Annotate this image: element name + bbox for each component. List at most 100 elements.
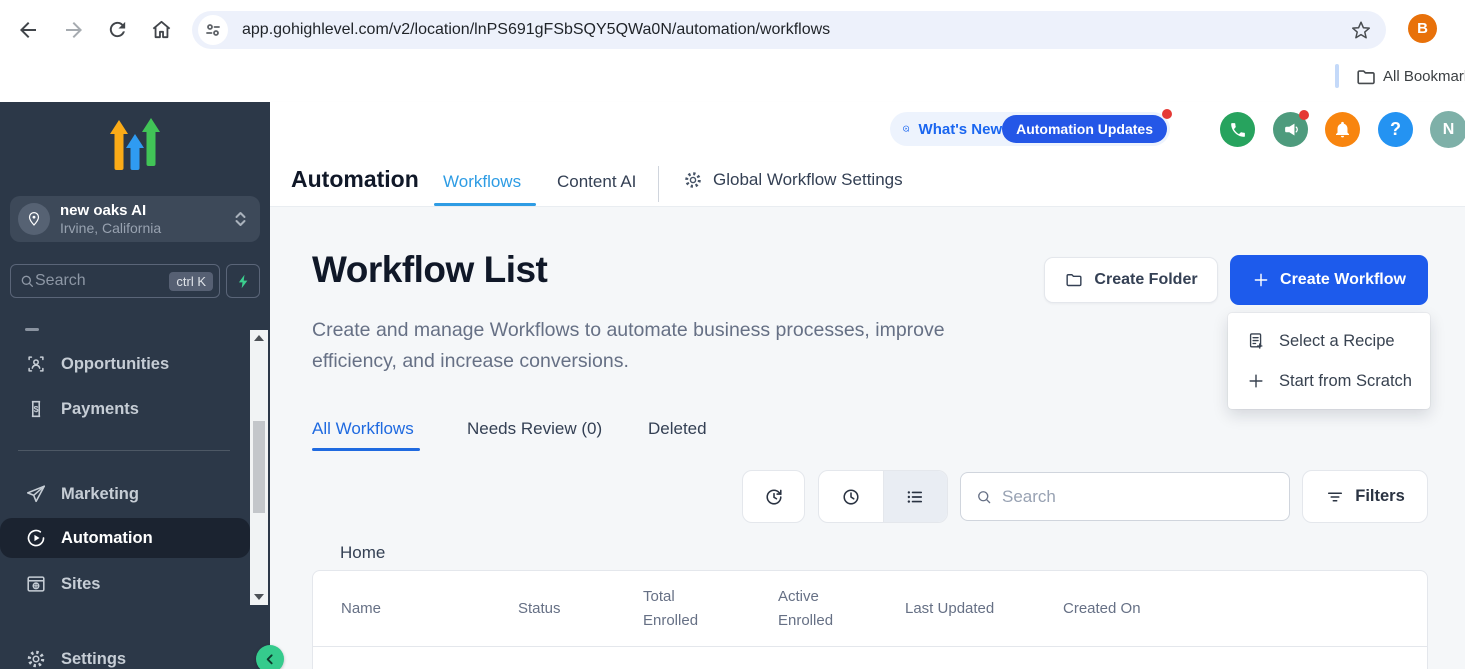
filter-icon xyxy=(1325,487,1345,507)
phone-button[interactable] xyxy=(1220,112,1255,147)
forward-button[interactable] xyxy=(62,18,86,42)
history-clock-icon xyxy=(763,486,785,508)
list-view-button[interactable] xyxy=(883,471,948,522)
create-workflow-button[interactable]: Create Workflow xyxy=(1230,255,1428,305)
reload-icon xyxy=(106,18,129,41)
account-name: new oaks AI xyxy=(60,201,233,221)
browser-profile-avatar[interactable]: B xyxy=(1408,14,1437,43)
sidebar-item-label: Payments xyxy=(61,400,139,419)
recent-view-button[interactable] xyxy=(819,471,883,522)
all-bookmarks-label[interactable]: All Bookmarks xyxy=(1383,68,1465,85)
filters-label: Filters xyxy=(1355,487,1405,506)
url-text[interactable]: app.gohighlevel.com/v2/location/lnPS691g… xyxy=(242,21,1350,39)
notification-dot xyxy=(1162,109,1172,119)
quick-actions-button[interactable] xyxy=(226,264,260,298)
header-divider xyxy=(658,166,659,202)
scroll-up-arrow[interactable] xyxy=(250,330,268,346)
folder-icon xyxy=(1355,66,1377,88)
global-workflow-settings-label: Global Workflow Settings xyxy=(713,170,903,190)
tab-workflows[interactable]: Workflows xyxy=(443,172,521,192)
announcements-button[interactable] xyxy=(1273,112,1308,147)
phone-icon xyxy=(1229,121,1247,139)
account-location: Irvine, California xyxy=(60,220,233,237)
whats-new-icon xyxy=(902,119,911,139)
back-button[interactable] xyxy=(16,18,40,42)
search-icon xyxy=(975,488,993,506)
active-tab-underline xyxy=(434,203,536,206)
workflow-search-input[interactable] xyxy=(1002,487,1289,507)
reload-button[interactable] xyxy=(106,18,130,42)
sidebar-item-label: Settings xyxy=(61,650,126,669)
sidebar-search-input[interactable] xyxy=(35,272,135,290)
home-icon xyxy=(150,18,173,41)
account-switcher[interactable]: new oaks AI Irvine, California xyxy=(10,196,260,242)
sidebar-search-field[interactable]: ctrl K xyxy=(10,264,220,298)
workflow-search-field[interactable] xyxy=(960,472,1290,521)
scrollbar-thumb[interactable] xyxy=(253,421,265,513)
sidebar-item-opportunities[interactable]: Opportunities xyxy=(0,350,250,378)
workflow-list-description: Create and manage Workflows to automate … xyxy=(312,315,1007,377)
execution-logs-button[interactable] xyxy=(742,470,805,523)
column-header-name: Name xyxy=(341,597,518,620)
question-mark-icon: ? xyxy=(1390,119,1401,140)
sidebar-item-sites[interactable]: Sites xyxy=(0,570,250,598)
main-area: Automation Workflows Content AI Global W… xyxy=(270,102,1465,669)
tab-content-ai[interactable]: Content AI xyxy=(557,172,636,192)
tab-deleted[interactable]: Deleted xyxy=(648,419,707,439)
scrolled-item-remnant xyxy=(25,328,39,331)
marketing-icon xyxy=(25,483,47,505)
breadcrumb-home[interactable]: Home xyxy=(340,543,385,563)
scroll-down-arrow[interactable] xyxy=(250,589,268,605)
sidebar-item-automation[interactable]: Automation xyxy=(0,518,250,558)
gear-icon xyxy=(683,170,703,190)
filters-button[interactable]: Filters xyxy=(1302,470,1428,523)
home-button[interactable] xyxy=(150,18,174,42)
sidebar-item-label: Marketing xyxy=(61,485,139,504)
sidebar-item-marketing[interactable]: Marketing xyxy=(0,480,250,508)
sidebar-item-settings[interactable]: Settings xyxy=(0,645,250,669)
whats-new-pill[interactable]: What's New Automation Updates xyxy=(890,112,1170,146)
bell-icon xyxy=(1333,120,1352,139)
tab-all-workflows[interactable]: All Workflows xyxy=(312,419,414,439)
address-bar[interactable]: app.gohighlevel.com/v2/location/lnPS691g… xyxy=(192,11,1386,49)
global-workflow-settings-link[interactable]: Global Workflow Settings xyxy=(683,170,903,190)
screen: app.gohighlevel.com/v2/location/lnPS691g… xyxy=(0,0,1465,669)
app-header: Automation Workflows Content AI Global W… xyxy=(270,102,1465,207)
sidebar-item-label: Opportunities xyxy=(61,355,169,374)
tab-needs-review[interactable]: Needs Review (0) xyxy=(467,419,602,439)
notifications-button[interactable] xyxy=(1325,112,1360,147)
column-header-status: Status xyxy=(518,597,643,620)
menu-item-start-from-scratch[interactable]: Start from Scratch xyxy=(1228,361,1430,401)
sites-icon xyxy=(25,573,47,595)
bookmarks-bar: All Bookmarks xyxy=(0,56,1465,102)
active-tab-underline xyxy=(312,448,420,451)
sidebar: new oaks AI Irvine, California ctrl K Op… xyxy=(0,102,270,669)
back-arrow-icon xyxy=(16,18,40,42)
bookmark-star-icon[interactable] xyxy=(1350,19,1372,41)
create-folder-button[interactable]: Create Folder xyxy=(1044,257,1218,303)
menu-item-label: Start from Scratch xyxy=(1279,372,1412,391)
site-info-icon[interactable] xyxy=(198,15,228,45)
clock-icon xyxy=(840,486,862,508)
keyboard-shortcut-badge: ctrl K xyxy=(169,272,213,291)
menu-item-select-recipe[interactable]: Select a Recipe xyxy=(1228,321,1430,361)
user-avatar[interactable]: N xyxy=(1430,111,1465,148)
location-pin-icon xyxy=(18,203,50,235)
recipe-icon xyxy=(1246,331,1266,351)
plus-icon xyxy=(1246,371,1266,391)
help-button[interactable]: ? xyxy=(1378,112,1413,147)
megaphone-icon xyxy=(1281,120,1300,139)
sidebar-collapse-button[interactable] xyxy=(256,645,284,669)
column-header-created-on: Created On xyxy=(1063,597,1427,620)
opportunities-icon xyxy=(25,353,47,375)
forward-arrow-icon xyxy=(62,18,86,42)
chevron-up-down-icon xyxy=(233,209,248,229)
lightning-bolt-icon xyxy=(235,273,252,290)
column-header-last-updated: Last Updated xyxy=(905,597,1063,620)
sidebar-scrollbar[interactable] xyxy=(250,330,268,605)
automation-updates-badge[interactable]: Automation Updates xyxy=(1002,115,1167,143)
gohighlevel-logo-icon xyxy=(109,118,161,174)
sidebar-item-payments[interactable]: $ Payments xyxy=(0,395,250,423)
settings-gear-icon xyxy=(25,648,47,669)
plus-icon xyxy=(1252,271,1270,289)
